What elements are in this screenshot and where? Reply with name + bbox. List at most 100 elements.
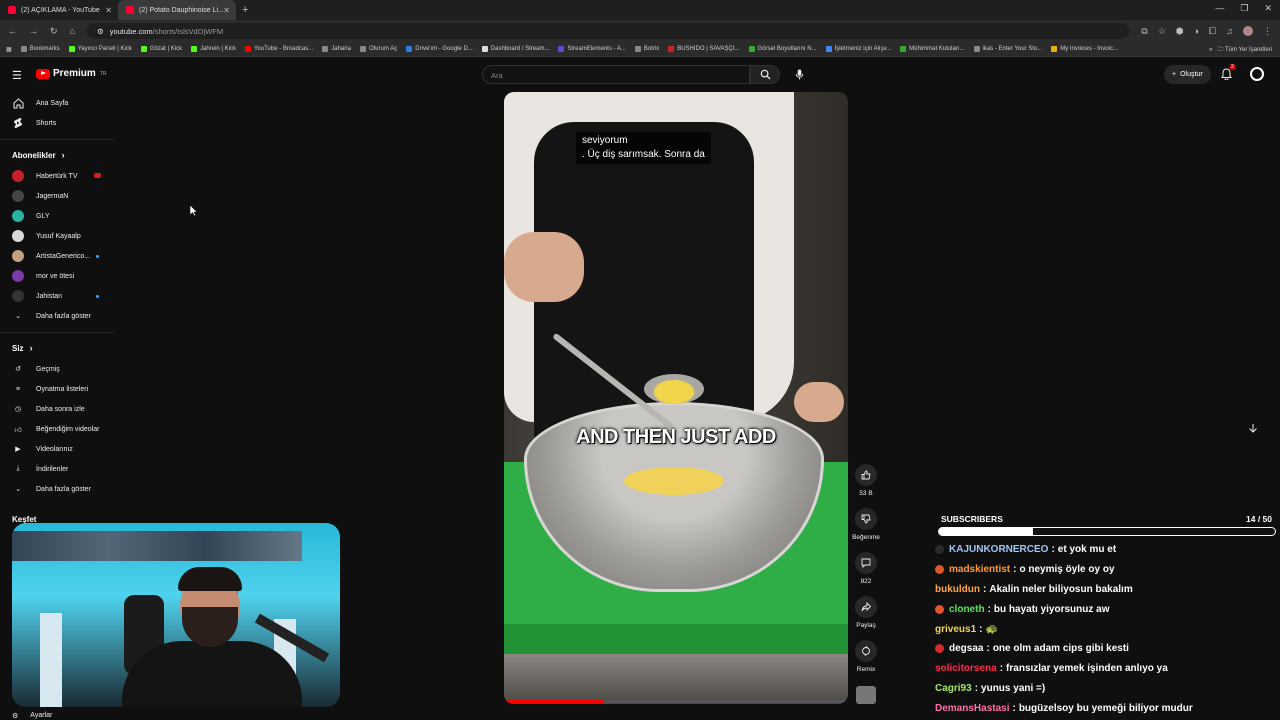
bookmark-star-icon [20, 46, 27, 52]
column-statue [40, 613, 62, 707]
home-icon [12, 97, 24, 109]
dislike-button[interactable]: Beğenme [852, 508, 880, 541]
channel-avatar [12, 290, 24, 302]
tab-title: (2) Potato Dauphinoise Li... [139, 6, 224, 14]
video-progress-bar[interactable] [504, 700, 848, 703]
voice-search-button[interactable] [790, 65, 809, 84]
like-button[interactable]: 53 B [852, 464, 880, 497]
sidebar-item-shorts[interactable]: Shorts [0, 113, 120, 133]
bookmark-item[interactable]: ikas - Enter Your Sto... [973, 46, 1042, 52]
remix-button[interactable]: Remix [852, 640, 880, 673]
close-window-icon[interactable]: ✕ [1264, 3, 1272, 14]
browser-tab[interactable]: (2) AÇIKLAMA - YouTube ✕ [0, 0, 118, 20]
bookmark-item[interactable]: Oturum Aç [359, 46, 397, 52]
chat-separator: : [1012, 702, 1016, 714]
profile-avatar[interactable] [1243, 26, 1253, 36]
chat-username: madskientist [949, 564, 1011, 576]
browser-tab-active[interactable]: (2) Potato Dauphinoise Li... ✕ [118, 0, 236, 20]
bookmark-item[interactable]: İşletmeniz için Alışv... [825, 46, 891, 52]
youtube-favicon-icon [126, 6, 134, 14]
sidebar-item-subscription[interactable]: Habertürk TV [0, 166, 120, 186]
sidebar-item-home[interactable]: Ana Sayfa [0, 93, 120, 113]
search-input[interactable]: Ara [482, 65, 750, 84]
bookmark-item[interactable]: YouTube - Broadcas... [244, 46, 313, 52]
sidebar-item-subscription[interactable]: JagermaN [0, 186, 120, 206]
bookmark-item[interactable]: Botrix [634, 46, 659, 52]
sidebar-item-subscription[interactable]: GLY [0, 206, 120, 226]
comments-button[interactable]: 822 [852, 552, 880, 585]
extension-icon[interactable]: ◑ [1194, 26, 1199, 36]
sidebar-item-playlists[interactable]: ≡ Oynatma listeleri [0, 379, 120, 399]
chef-hand [794, 382, 844, 422]
show-more-subscriptions[interactable]: ⌄ Daha fazla göster [0, 306, 120, 326]
reload-icon[interactable]: ↻ [50, 26, 58, 37]
chat-separator: : [999, 663, 1004, 675]
sidebar-item-watch-later[interactable]: ◷ Daha sonra izle [0, 399, 120, 419]
create-button[interactable]: + Oluştur [1164, 65, 1211, 84]
chat-username: griveus1 [935, 623, 977, 635]
bookmark-item[interactable]: My Invoices - Invoic... [1051, 46, 1118, 52]
user-avatar[interactable] [1250, 67, 1264, 81]
sidebar-item-subscription[interactable]: Yusuf Kayaalp [0, 226, 120, 246]
sidebar-item-history[interactable]: ↺ Geçmiş [0, 359, 120, 379]
bookmark-star-icon[interactable]: ☆ [1158, 26, 1166, 37]
next-video-button[interactable] [1244, 419, 1262, 437]
thumbs-down-icon [855, 508, 877, 530]
sidebar-item-downloads[interactable]: ⤓ İndirilenler [0, 459, 120, 479]
channel-avatar [12, 270, 24, 282]
apps-icon[interactable]: ▦ [6, 46, 12, 53]
bookmark-item[interactable]: Dashboard / Stream... [481, 46, 549, 52]
hamburger-menu-icon[interactable]: ☰ [12, 69, 22, 82]
bookmark-item[interactable]: Jahrein | Kick [191, 46, 236, 52]
sound-thumbnail[interactable] [856, 686, 876, 704]
bookmark-item[interactable]: Yayıncı Paneli | Kick [68, 46, 132, 52]
puzzle-icon[interactable]: ⧠ [1209, 26, 1216, 37]
minimize-icon[interactable]: — [1215, 3, 1224, 14]
sidebar-item-settings[interactable]: ⚙ Ayarlar [12, 712, 52, 720]
sidebar-item-your-videos[interactable]: ▶ Videolarınız [0, 439, 120, 459]
history-icon: ↺ [15, 366, 21, 373]
bookmark-item[interactable]: Jaharia [322, 46, 351, 52]
media-icon[interactable]: ♫ [1226, 26, 1233, 36]
bookmark-item[interactable]: Mühimmat Kutuları... [900, 46, 965, 52]
chat-badge-icon [935, 565, 944, 575]
close-tab-icon[interactable]: ✕ [105, 6, 112, 15]
youtube-premium-logo[interactable]: Premium TR [36, 68, 106, 79]
restore-icon[interactable]: ❐ [1240, 3, 1248, 14]
bookmark-item[interactable]: Gözat | Kick [140, 46, 182, 52]
bookmark-item[interactable]: Bookmarks [20, 46, 60, 52]
you-heading[interactable]: Siz › [0, 337, 120, 359]
chat-separator: : [979, 623, 983, 635]
forward-icon[interactable]: → [29, 26, 38, 36]
chat-messages: KAJUNKORNERCEO: et yok mu et madskientist:… [932, 540, 1278, 718]
subscriptions-heading[interactable]: Abonelikler › [0, 144, 120, 166]
extension-icon[interactable]: ⬢ [1176, 26, 1184, 37]
show-more-you[interactable]: ⌄ Daha fazla göster [0, 479, 120, 499]
back-icon[interactable]: ← [8, 26, 17, 36]
bookmark-item[interactable]: Drive'ım - Google D... [406, 46, 473, 52]
close-tab-icon[interactable]: ✕ [223, 6, 230, 15]
sidebar-item-subscription[interactable]: ArtistaGenerico... [0, 246, 120, 266]
share-button[interactable]: Paylaş [852, 596, 880, 629]
bookmark-item[interactable]: BUSHIDO | SAVAŞÇI... [668, 46, 740, 52]
home-icon[interactable]: ⌂ [70, 26, 75, 36]
menu-icon[interactable]: ⋮ [1263, 26, 1272, 37]
all-bookmarks[interactable]: » 🗀 Tüm Yer İşaretleri [1209, 45, 1272, 55]
chat-message: DemansHastasi: bugüzelsoy bu yemeği biliy… [932, 698, 1278, 718]
install-icon[interactable]: ⧉ [1141, 26, 1147, 37]
bookmark-item[interactable]: StreamElements - A... [558, 46, 626, 52]
sidebar-item-liked-videos[interactable]: 👍︎ Beğendiğim videolar [0, 419, 120, 439]
chat-message: solicitorsena: fransızlar yemek işinden a… [932, 659, 1278, 679]
bookmark-item[interactable]: Görsel Boyutlarını N... [748, 46, 817, 52]
url-field[interactable]: ⚙ youtube.com/shorts/tslsVdOjWFM [86, 23, 1130, 39]
shorts-video-player[interactable]: seviyorum . Üç diş sarımsak. Sonra da AN… [504, 92, 848, 704]
notifications-button[interactable]: 2 [1221, 64, 1236, 85]
sidebar-item-subscription[interactable]: Jahistan [0, 286, 120, 306]
sidebar-item-subscription[interactable]: mor ve ötesi [0, 266, 120, 286]
search-button[interactable] [750, 65, 780, 84]
streamer-body [122, 641, 302, 707]
site-info-icon[interactable]: ⚙ [97, 27, 104, 36]
like-icon: 👍︎ [14, 426, 22, 434]
comment-icon [855, 552, 877, 574]
new-tab-button[interactable]: + [242, 4, 248, 16]
